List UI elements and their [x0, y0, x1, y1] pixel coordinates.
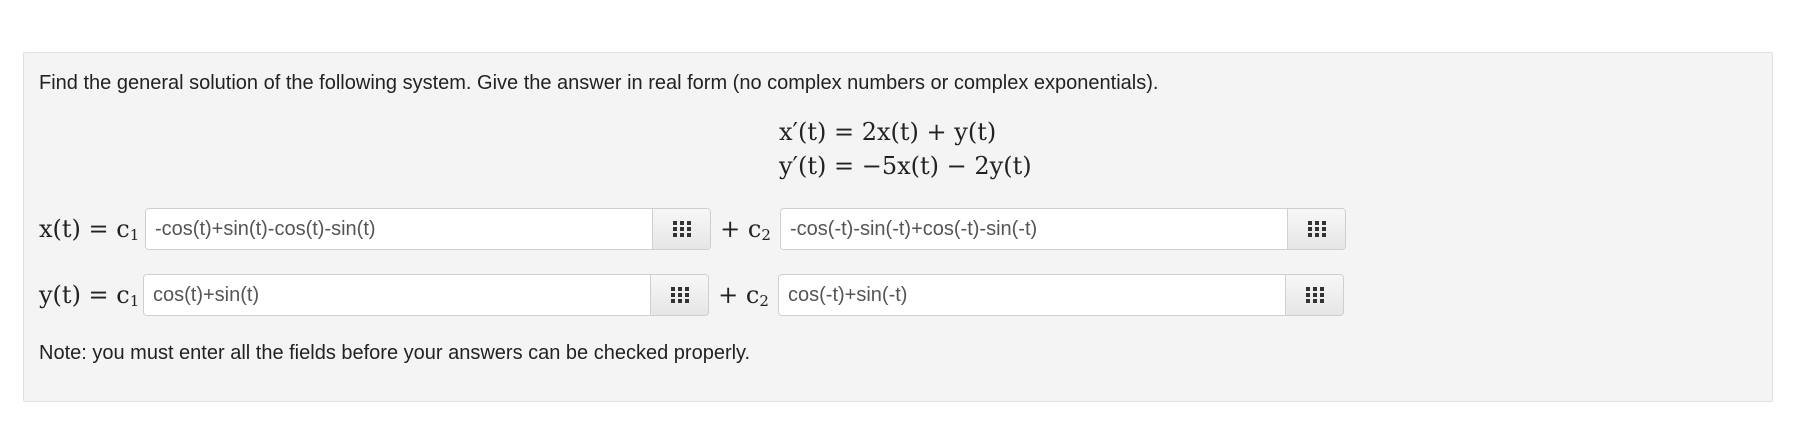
- problem-instructions: Find the general solution of the followi…: [39, 72, 1159, 94]
- answer-row-y: y(t) = c1 + c2: [39, 273, 1344, 317]
- grid-icon: [1307, 221, 1326, 237]
- equation-system: x′(t) = 2x(t) + y(t) y′(t) = −5x(t) − 2y…: [779, 115, 1032, 183]
- problem-container: Find the general solution of the followi…: [23, 52, 1773, 402]
- x-equation-label: x(t) = c1: [39, 214, 140, 244]
- y-c2-label: + c2: [718, 280, 769, 310]
- y-c1-answer-field: [143, 274, 709, 316]
- grid-icon: [670, 287, 689, 303]
- y-c2-answer-field: [778, 274, 1344, 316]
- system-equation-1: x′(t) = 2x(t) + y(t): [779, 118, 997, 146]
- x-c2-palette-button[interactable]: [1287, 209, 1345, 249]
- y-c1-palette-button[interactable]: [650, 275, 708, 315]
- x-c2-input[interactable]: [781, 209, 1287, 249]
- y-c2-input[interactable]: [779, 275, 1285, 315]
- x-c1-palette-button[interactable]: [652, 209, 710, 249]
- entry-note: Note: you must enter all the fields befo…: [39, 342, 751, 364]
- y-equation-label: y(t) = c1: [39, 280, 140, 310]
- x-c2-label: + c2: [720, 214, 771, 244]
- x-c1-answer-field: [145, 208, 711, 250]
- grid-icon: [672, 221, 691, 237]
- answer-row-x: x(t) = c1 + c2: [39, 207, 1346, 251]
- grid-icon: [1305, 287, 1324, 303]
- y-c1-input[interactable]: [144, 275, 650, 315]
- y-c2-palette-button[interactable]: [1285, 275, 1343, 315]
- system-equation-2: y′(t) = −5x(t) − 2y(t): [779, 152, 1032, 180]
- x-c2-answer-field: [780, 208, 1346, 250]
- x-c1-input[interactable]: [146, 209, 652, 249]
